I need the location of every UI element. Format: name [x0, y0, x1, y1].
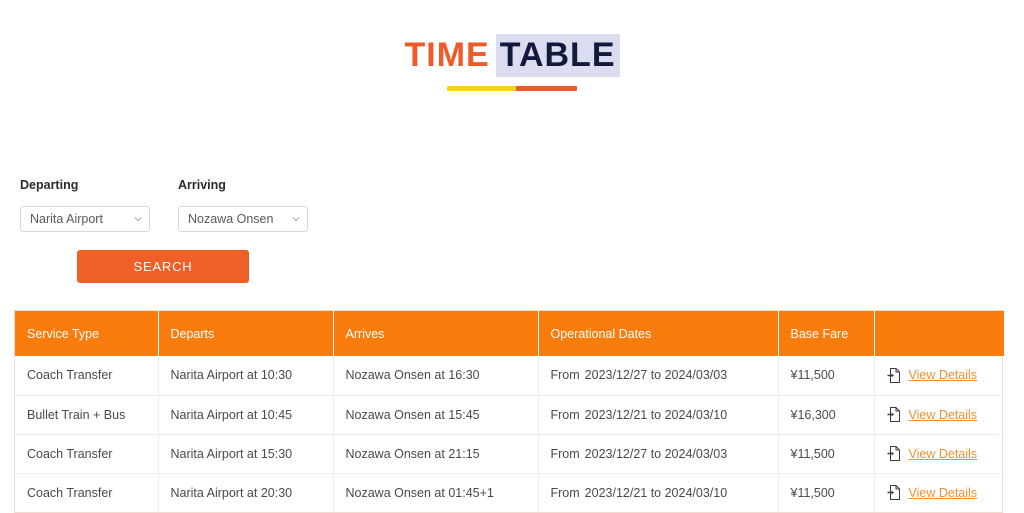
column-header-departs: Departs	[158, 311, 334, 356]
dates-prefix: From	[550, 446, 580, 461]
timetable: Service Type Departs Arrives Operational…	[15, 311, 1004, 512]
logo-underline-bar	[447, 86, 577, 91]
view-details-link[interactable]: View Details	[909, 408, 978, 422]
cell-service-type: Bullet Train + Bus	[15, 395, 159, 435]
cell-departs: Narita Airport at 10:30	[158, 356, 334, 396]
file-import-icon	[887, 446, 901, 461]
cell-operational-dates: From 2023/12/21 to 2024/03/10	[538, 473, 779, 512]
column-header-actions	[874, 311, 1004, 356]
view-details-link[interactable]: View Details	[909, 447, 978, 461]
cell-operational-dates: From 2023/12/27 to 2024/03/03	[538, 356, 779, 396]
cell-service-type: Coach Transfer	[15, 434, 159, 474]
file-import-icon	[887, 407, 901, 422]
cell-departs: Narita Airport at 10:45	[158, 395, 334, 435]
table-row: Coach Transfer Narita Airport at 20:30 N…	[15, 473, 1004, 512]
cell-base-fare: ¥11,500	[778, 434, 875, 474]
cell-base-fare: ¥11,500	[778, 473, 875, 512]
logo-underline-yellow	[447, 86, 516, 91]
arriving-field-group: Arriving Nozawa Onsen	[178, 178, 308, 232]
column-header-base-fare: Base Fare	[778, 311, 875, 356]
table-body: Coach Transfer Narita Airport at 10:30 N…	[15, 356, 1004, 512]
arriving-select[interactable]: Nozawa Onsen	[178, 206, 308, 232]
cell-arrives: Nozawa Onsen at 15:45	[333, 395, 539, 435]
dates-range: 2023/12/27 to 2024/03/03	[584, 368, 728, 383]
logo-word-time: TIME	[404, 36, 490, 74]
cell-arrives: Nozawa Onsen at 21:15	[333, 434, 539, 474]
table-row: Bullet Train + Bus Narita Airport at 10:…	[15, 395, 1004, 435]
logo-word-table: TABLE	[495, 34, 620, 77]
cell-base-fare: ¥11,500	[778, 356, 875, 396]
column-header-arrives: Arrives	[333, 311, 539, 356]
dates-range: 2023/12/21 to 2024/03/10	[584, 407, 728, 422]
column-header-operational-dates: Operational Dates	[538, 311, 779, 356]
cell-arrives: Nozawa Onsen at 16:30	[333, 356, 539, 396]
table-header-row: Service Type Departs Arrives Operational…	[15, 311, 1004, 356]
column-header-service-type: Service Type	[15, 311, 159, 356]
file-import-icon	[887, 367, 901, 383]
departing-select-wrap[interactable]: Narita Airport	[20, 206, 150, 232]
dates-prefix: From	[550, 407, 580, 422]
departing-label: Departing	[20, 178, 79, 192]
view-details-link[interactable]: View Details	[909, 368, 978, 382]
logo-wordmark: TIME TABLE	[404, 34, 620, 77]
arriving-select-wrap[interactable]: Nozawa Onsen	[178, 206, 308, 232]
table-row: Coach Transfer Narita Airport at 15:30 N…	[15, 434, 1004, 474]
cell-departs: Narita Airport at 20:30	[158, 473, 334, 512]
dates-range: 2023/12/21 to 2024/03/10	[584, 485, 728, 500]
dates-range: 2023/12/27 to 2024/03/03	[584, 446, 728, 461]
cell-actions: View Details	[874, 473, 1004, 512]
cell-operational-dates: From 2023/12/27 to 2024/03/03	[538, 434, 779, 474]
dates-prefix: From	[550, 485, 580, 500]
cell-departs: Narita Airport at 15:30	[158, 434, 334, 474]
dates-prefix: From	[550, 368, 580, 383]
timetable-results: Service Type Departs Arrives Operational…	[14, 310, 1004, 513]
cell-service-type: Coach Transfer	[15, 473, 159, 512]
view-details-link[interactable]: View Details	[909, 486, 978, 500]
cell-actions: View Details	[874, 395, 1004, 435]
file-import-icon	[887, 485, 901, 501]
search-form: Departing Narita Airport Arriving Nozawa…	[20, 178, 336, 232]
logo-underline-orange	[515, 86, 577, 91]
cell-arrives: Nozawa Onsen at 01:45+1	[333, 473, 539, 512]
departing-select[interactable]: Narita Airport	[20, 206, 150, 232]
departing-field-group: Departing Narita Airport	[20, 178, 150, 232]
cell-base-fare: ¥16,300	[778, 395, 875, 435]
arriving-label: Arriving	[178, 178, 226, 192]
site-logo: TIME TABLE	[0, 34, 1024, 91]
search-button[interactable]: SEARCH	[77, 250, 249, 283]
cell-actions: View Details	[874, 356, 1004, 396]
table-header: Service Type Departs Arrives Operational…	[15, 311, 1004, 356]
table-row: Coach Transfer Narita Airport at 10:30 N…	[15, 356, 1004, 396]
cell-actions: View Details	[874, 434, 1004, 474]
cell-service-type: Coach Transfer	[15, 356, 159, 396]
cell-operational-dates: From 2023/12/21 to 2024/03/10	[538, 395, 779, 435]
